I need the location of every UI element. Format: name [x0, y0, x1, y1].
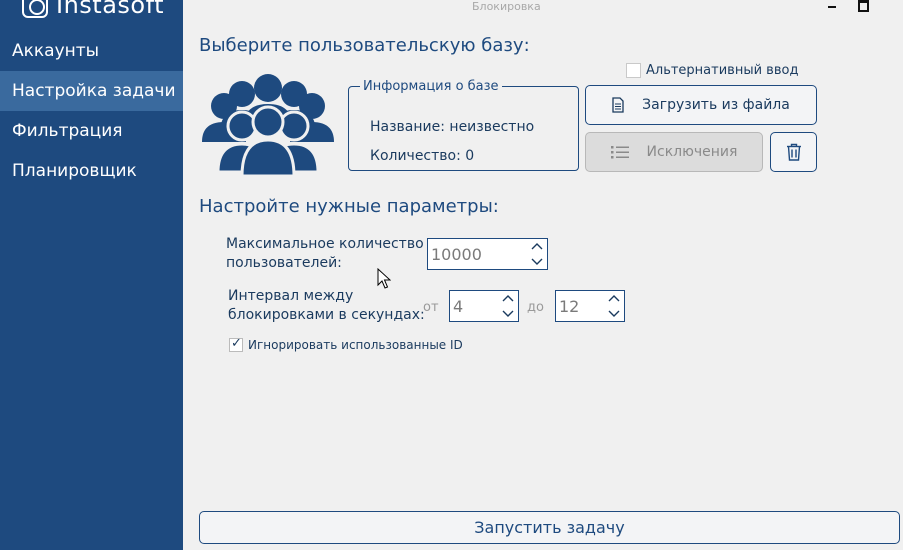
alt-input-checkbox-box[interactable]: [626, 63, 641, 78]
app-logo: Instasoft: [22, 0, 164, 20]
interval-label-line2: блокировками в секундах:: [228, 307, 425, 323]
max-users-stepper[interactable]: 10000: [427, 238, 548, 270]
interval-label: Интервал между блокировками в секундах:: [228, 287, 425, 325]
alt-input-label: Альтернативный ввод: [646, 63, 799, 78]
start-task-button[interactable]: Запустить задачу: [199, 511, 900, 544]
max-users-label-line1: Максимальное количество: [226, 236, 424, 252]
document-icon: [612, 97, 624, 113]
interval-to-value[interactable]: 12: [556, 297, 604, 316]
trash-icon: [786, 143, 802, 161]
interval-from-value[interactable]: 4: [450, 297, 498, 316]
interval-from-arrows[interactable]: [498, 291, 518, 321]
ignore-used-ids-checkbox[interactable]: Игнорировать использованные ID: [229, 336, 463, 352]
base-info-legend: Информация о базе: [363, 79, 499, 94]
delete-base-button[interactable]: [770, 132, 817, 172]
max-users-value[interactable]: 10000: [428, 245, 527, 264]
minimize-button[interactable]: [825, 0, 839, 10]
logo-icon: [22, 0, 48, 18]
sidebar-item-scheduler[interactable]: Планировщик: [0, 151, 183, 191]
logo-text: Instasoft: [56, 0, 165, 19]
interval-from-stepper[interactable]: 4: [449, 290, 519, 322]
sidebar-item-task-settings[interactable]: Настройка задачи: [0, 71, 183, 111]
users-group-icon: [202, 74, 334, 176]
load-from-file-label: Загрузить из файла: [642, 97, 790, 113]
maximize-button[interactable]: [856, 0, 870, 10]
start-task-label: Запустить задачу: [474, 518, 625, 537]
interval-label-line1: Интервал между: [228, 288, 354, 304]
max-users-arrows[interactable]: [527, 239, 547, 269]
load-from-file-button[interactable]: Загрузить из файла: [585, 85, 817, 125]
interval-to-stepper[interactable]: 12: [555, 290, 625, 322]
exclusions-button[interactable]: Исключения: [585, 132, 763, 172]
params-heading: Настройте нужные параметры:: [199, 196, 499, 217]
ignore-used-ids-label: Игнорировать использованные ID: [248, 338, 463, 352]
interval-from-label: от: [423, 300, 439, 315]
chevron-up-icon[interactable]: [502, 295, 514, 302]
base-info-group: Информация о базе Название: неизвестно К…: [348, 79, 579, 171]
base-name-text: Название: неизвестно: [370, 119, 535, 135]
chevron-down-icon[interactable]: [531, 258, 543, 265]
chevron-up-icon[interactable]: [531, 243, 543, 250]
mouse-cursor-icon: [377, 268, 391, 289]
chevron-up-icon[interactable]: [608, 295, 620, 302]
interval-to-label: до: [527, 300, 544, 315]
ignore-used-ids-checkbox-box[interactable]: [229, 336, 243, 352]
interval-to-arrows[interactable]: [604, 291, 624, 321]
max-users-label: Максимальное количество пользователей:: [226, 235, 424, 273]
chevron-down-icon[interactable]: [608, 310, 620, 317]
window-title: Блокировка: [472, 0, 541, 13]
sidebar: Instasoft Аккаунты Настройка задачи Филь…: [0, 0, 183, 550]
base-heading: Выберите пользовательскую базу:: [199, 35, 530, 56]
sidebar-nav: Аккаунты Настройка задачи Фильтрация Пла…: [0, 31, 183, 191]
alt-input-checkbox[interactable]: Альтернативный ввод: [626, 63, 798, 78]
exclusions-label: Исключения: [646, 144, 738, 160]
max-users-label-line2: пользователей:: [226, 255, 342, 271]
sidebar-item-accounts[interactable]: Аккаунты: [0, 31, 183, 71]
base-count-text: Количество: 0: [370, 148, 475, 164]
sidebar-item-filtering[interactable]: Фильтрация: [0, 111, 183, 151]
list-icon: [610, 145, 629, 159]
chevron-down-icon[interactable]: [502, 310, 514, 317]
